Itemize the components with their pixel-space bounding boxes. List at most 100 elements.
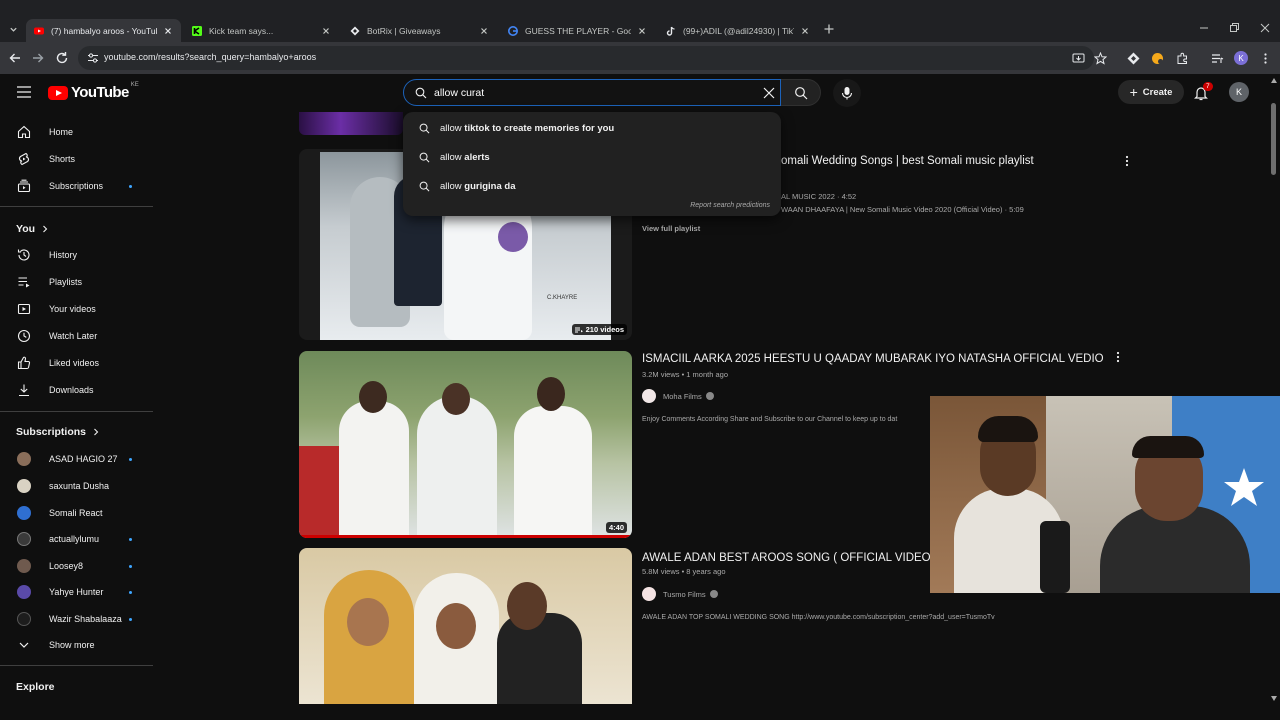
sidebar-item-subscriptions[interactable]: Subscriptions	[8, 173, 153, 199]
scroll-up-arrow-icon[interactable]	[1271, 78, 1277, 83]
bookmark-star-icon[interactable]	[1094, 52, 1107, 65]
create-button[interactable]: + Create	[1118, 80, 1184, 104]
sidebar-channel-somali-react[interactable]: Somali React	[8, 500, 153, 526]
extension-honey-icon[interactable]	[1151, 52, 1164, 65]
video-channel[interactable]: Moha Films	[642, 389, 714, 403]
search-suggestion[interactable]: allow gurigina da	[403, 173, 781, 199]
google-favicon-icon	[508, 25, 518, 36]
browser-profile-avatar[interactable]: K	[1234, 51, 1248, 65]
media-controls-icon[interactable]	[1211, 52, 1224, 65]
forward-arrow-icon[interactable]	[31, 51, 45, 65]
playlist-count-label: 210 videos	[585, 325, 624, 334]
sidebar-subscriptions-heading[interactable]: Subscriptions	[16, 426, 100, 438]
tab-search-button[interactable]	[4, 20, 22, 38]
extension-diamond-icon[interactable]	[1127, 52, 1140, 65]
close-tab-icon[interactable]	[637, 26, 647, 36]
playlist-count-badge: 210 videos	[571, 324, 627, 335]
browser-menu-icon[interactable]	[1259, 52, 1272, 65]
tab-tiktok[interactable]: (99+)ADIL (@adil24930) | TikTok	[658, 19, 818, 42]
youtube-logo[interactable]: YouTube KE	[48, 82, 139, 101]
voice-search-button[interactable]	[833, 79, 861, 107]
new-tab-plus-icon[interactable]	[822, 22, 836, 36]
search-icon	[419, 123, 430, 133]
sidebar-you-heading[interactable]: You	[16, 223, 49, 235]
close-tab-icon[interactable]	[800, 26, 810, 36]
search-suggestion[interactable]: allow alerts	[403, 144, 781, 170]
video-title[interactable]: AWALE ADAN BEST AROOS SONG ( OFFICIAL VI…	[642, 550, 947, 564]
playlist-entry-2[interactable]: WAAN DHAAFAYA | New Somali Music Video 2…	[781, 205, 1024, 214]
tab-google[interactable]: GUESS THE PLAYER - Google S	[500, 19, 655, 42]
video-duration: 4:40	[605, 522, 627, 533]
sidebar-item-home[interactable]: Home	[8, 119, 153, 145]
extensions-puzzle-icon[interactable]	[1176, 52, 1189, 65]
sidebar-item-label: Downloads	[49, 385, 94, 395]
sidebar-item-your-videos[interactable]: Your videos	[8, 296, 153, 322]
video-channel[interactable]: Tusmo Films	[642, 587, 718, 601]
close-tab-icon[interactable]	[321, 26, 331, 36]
tab-botrix[interactable]: BotRix | Giveaways	[342, 19, 497, 42]
sidebar: Home Shorts Subscriptions You History Pl…	[0, 112, 160, 720]
url-text: youtube.com/results?search_query=hambaly…	[104, 52, 317, 62]
video-thumbnail[interactable]: 4:40	[299, 351, 632, 538]
suggestion-prefix: allow	[440, 151, 462, 163]
more-options-icon[interactable]	[1125, 155, 1129, 167]
video-thumbnail[interactable]	[299, 548, 632, 704]
playlist-title[interactable]: omali Wedding Songs | best Somali music …	[781, 155, 1034, 167]
page-scrollbar[interactable]	[1271, 103, 1276, 175]
sidebar-channel-loosey8[interactable]: Loosey8	[8, 553, 153, 579]
verified-badge-icon	[705, 392, 714, 400]
playlist-entry-1[interactable]: AL MUSIC 2022 · 4:52	[781, 192, 856, 201]
install-app-icon[interactable]	[1072, 52, 1085, 65]
plus-icon: +	[1129, 84, 1138, 100]
search-box[interactable]	[403, 79, 781, 106]
explore-heading-label: Explore	[16, 681, 55, 693]
back-arrow-icon[interactable]	[8, 51, 22, 65]
sidebar-item-history[interactable]: History	[8, 242, 153, 268]
channel-name: actuallylumu	[49, 534, 100, 544]
video-meta: 5.8M views • 8 years ago	[642, 567, 726, 576]
channel-avatar	[17, 506, 31, 520]
chevron-down-icon	[9, 27, 17, 32]
view-full-playlist-link[interactable]: View full playlist	[642, 224, 700, 233]
channel-avatar	[17, 585, 31, 599]
report-search-predictions-link[interactable]: Report search predictions	[690, 202, 770, 209]
sidebar-channel-asad-hagio-27[interactable]: ASAD HAGIO 27	[8, 446, 153, 472]
clear-search-icon[interactable]	[762, 86, 776, 100]
menu-hamburger-icon[interactable]	[16, 85, 32, 99]
tab-youtube[interactable]: (7) hambalyo aroos - YouTube	[26, 19, 181, 42]
sidebar-channel-wazir-shabalaaza[interactable]: Wazir Shabalaaza	[8, 606, 153, 632]
account-avatar[interactable]: K	[1229, 82, 1249, 102]
video-title[interactable]: ISMACIIL AARKA 2025 HEESTU U QAADAY MUBA…	[642, 353, 1104, 365]
sidebar-channel-yahye-hunter[interactable]: Yahye Hunter	[8, 579, 153, 605]
tab-title: (7) hambalyo aroos - YouTube	[51, 25, 157, 36]
sidebar-item-shorts[interactable]: Shorts	[8, 146, 153, 172]
sidebar-item-downloads[interactable]: Downloads	[8, 377, 153, 403]
close-tab-icon[interactable]	[163, 26, 173, 36]
address-bar[interactable]: youtube.com/results?search_query=hambaly…	[78, 46, 1094, 70]
site-info-icon[interactable]	[87, 52, 99, 64]
previous-result-thumbnail[interactable]	[299, 112, 403, 135]
more-options-icon[interactable]	[1116, 351, 1120, 363]
logo-wordmark: YouTube	[71, 84, 129, 101]
scroll-down-arrow-icon[interactable]	[1271, 696, 1277, 701]
show-more-label: Show more	[49, 640, 95, 650]
your-videos-icon	[17, 303, 31, 315]
close-window-icon[interactable]	[1259, 22, 1271, 34]
history-icon	[17, 249, 30, 261]
new-content-dot	[129, 618, 132, 621]
close-tab-icon[interactable]	[479, 26, 489, 36]
sidebar-item-playlists[interactable]: Playlists	[8, 269, 153, 295]
sidebar-channel-actuallylumu[interactable]: actuallylumu	[8, 526, 153, 552]
sidebar-show-more[interactable]: Show more	[8, 632, 153, 658]
reload-icon[interactable]	[55, 51, 69, 65]
sidebar-channel-saxunta-dusha[interactable]: saxunta Dusha	[8, 473, 153, 499]
tab-kick[interactable]: Kick team says...	[184, 19, 339, 42]
restore-window-icon[interactable]	[1228, 22, 1240, 34]
chevron-right-icon	[43, 225, 48, 233]
sidebar-item-liked-videos[interactable]: Liked videos	[8, 350, 153, 376]
search-input[interactable]	[434, 84, 754, 102]
search-button[interactable]	[781, 79, 821, 106]
sidebar-item-watch-later[interactable]: Watch Later	[8, 323, 153, 349]
minimize-window-icon[interactable]	[1198, 22, 1210, 34]
search-suggestion[interactable]: allow tiktok to create memories for you	[403, 115, 781, 141]
